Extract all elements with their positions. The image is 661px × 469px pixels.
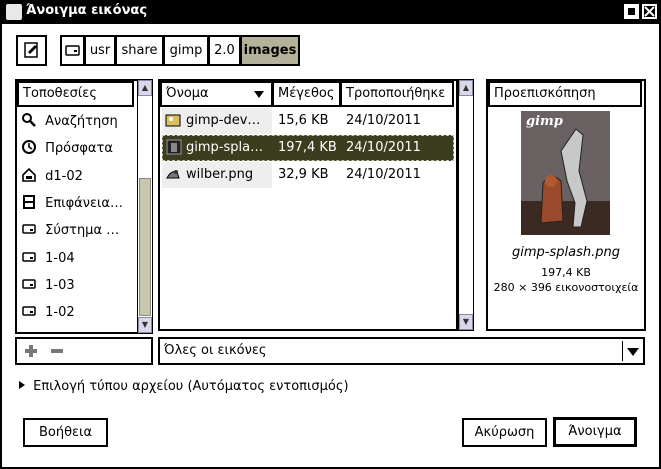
file-size: 32,9 KB: [278, 167, 329, 182]
path-root-button[interactable]: [60, 35, 85, 66]
scroll-down-arrow[interactable]: ▼: [459, 314, 473, 330]
column-header-modified[interactable]: Τροποποιήθηκε: [340, 81, 454, 107]
search-icon: [22, 113, 36, 127]
plus-icon: [25, 345, 37, 357]
image-file-icon: [166, 170, 180, 179]
file-name: wilber.png: [186, 167, 254, 182]
places-header[interactable]: Τοποθεσίες: [17, 81, 134, 107]
preview-dimensions: 280 × 396 εικονοστοιχεία: [493, 281, 639, 294]
close-button[interactable]: [642, 4, 657, 19]
place-item-system[interactable]: Σύστημα …: [21, 221, 119, 238]
file-filter-combo[interactable]: Όλες οι εικόνες: [158, 337, 645, 365]
edit-location-icon: [24, 42, 38, 58]
file-row[interactable]: wilber.png 32,9 KB 24/10/2011: [162, 162, 454, 188]
drive-icon: [22, 252, 36, 262]
path-gimp-button[interactable]: gimp: [163, 35, 209, 66]
sort-descending-icon: [254, 91, 264, 98]
drive-icon: [22, 306, 36, 316]
scroll-down-arrow[interactable]: ▼: [138, 317, 152, 333]
place-item-1-04[interactable]: 1-04: [21, 249, 75, 266]
chevron-down-icon: [627, 348, 639, 356]
maximize-icon: [626, 6, 637, 17]
place-item-1-03[interactable]: 1-03: [21, 276, 75, 293]
filetype-expander[interactable]: Επιλογή τύπου αρχείου (Αυτόματος εντοπισ…: [18, 379, 349, 394]
cancel-button[interactable]: Ακύρωση: [462, 418, 547, 447]
file-size: 15,6 KB: [278, 113, 329, 128]
place-item-search[interactable]: Αναζήτηση: [21, 112, 118, 129]
combo-divider: [622, 341, 623, 361]
file-name: gimp-spla…: [186, 140, 264, 155]
path-usr-button[interactable]: usr: [84, 35, 116, 66]
close-icon: [644, 6, 655, 17]
file-row[interactable]: gimp-dev… 15,6 KB 24/10/2011: [162, 108, 454, 134]
place-label: 1-04: [45, 251, 75, 266]
expander-label: Επιλογή τύπου αρχείου (Αυτόματος εντοπισ…: [33, 379, 349, 394]
help-button[interactable]: Βοήθεια: [23, 418, 108, 447]
place-label: 1-03: [45, 278, 75, 293]
places-scrollbar[interactable]: ▲ ▼: [137, 79, 153, 334]
file-row-selected[interactable]: gimp-spla… 197,4 KB 24/10/2011: [162, 135, 454, 161]
scroll-up-arrow[interactable]: ▲: [459, 80, 473, 96]
maximize-button[interactable]: [624, 4, 639, 19]
clock-icon: [22, 140, 36, 154]
window-title: Άνοιγμα εικόνας: [26, 3, 148, 18]
drive-icon: [65, 45, 80, 56]
minus-icon: [51, 349, 63, 353]
place-item-recent[interactable]: Πρόσφατα: [21, 139, 113, 156]
places-scroll-thumb[interactable]: [139, 178, 151, 316]
place-label: 1-02: [45, 305, 75, 320]
preview-header: Προεπισκόπηση: [488, 81, 642, 107]
place-label: Σύστημα …: [45, 223, 120, 238]
files-scrollbar[interactable]: ▲ ▼: [458, 79, 474, 331]
home-icon: [22, 167, 36, 182]
add-bookmark-button[interactable]: [22, 342, 40, 360]
file-name: gimp-dev…: [186, 113, 261, 128]
filter-value: Όλες οι εικόνες: [164, 343, 267, 358]
drive-icon: [22, 224, 36, 234]
desktop-icon: [23, 195, 35, 209]
gimp-app-icon: [6, 4, 22, 20]
image-file-icon: [166, 139, 182, 155]
place-item-desktop[interactable]: Επιφάνεια…: [21, 194, 123, 211]
gimp-splash-image: [521, 111, 610, 235]
preview-thumbnail: gimp: [521, 111, 610, 235]
column-header-size[interactable]: Μέγεθος: [272, 81, 341, 107]
file-modified: 24/10/2011: [346, 113, 421, 128]
drive-icon: [22, 279, 36, 289]
scroll-up-arrow[interactable]: ▲: [138, 80, 152, 96]
image-file-icon: [165, 114, 181, 127]
path-share-button[interactable]: share: [115, 35, 164, 66]
path-images-button[interactable]: images: [240, 35, 300, 66]
file-modified: 24/10/2011: [346, 167, 421, 182]
place-label: Επιφάνεια…: [45, 196, 123, 211]
place-label: Αναζήτηση: [45, 114, 118, 129]
file-modified: 24/10/2011: [346, 140, 421, 155]
splash-logo-text: gimp: [526, 114, 563, 129]
file-size: 197,4 KB: [278, 140, 337, 155]
expander-arrow-icon: [19, 381, 25, 389]
place-item-1-02[interactable]: 1-02: [21, 303, 75, 320]
column-header-name[interactable]: Όνομα: [160, 81, 273, 107]
column-name-label: Όνομα: [166, 86, 209, 101]
preview-filename: gimp-splash.png: [512, 245, 620, 260]
place-label: d1-02: [45, 169, 83, 184]
place-item-home[interactable]: d1-02: [21, 167, 83, 184]
remove-bookmark-button[interactable]: [48, 342, 66, 360]
open-button[interactable]: Άνοιγμα: [553, 417, 637, 447]
title-bar[interactable]: Άνοιγμα εικόνας: [0, 0, 661, 24]
type-location-button[interactable]: [16, 35, 47, 66]
preview-filesize: 197,4 KB: [541, 266, 591, 279]
place-label: Πρόσφατα: [45, 141, 113, 156]
path-2-0-button[interactable]: 2.0: [208, 35, 241, 66]
